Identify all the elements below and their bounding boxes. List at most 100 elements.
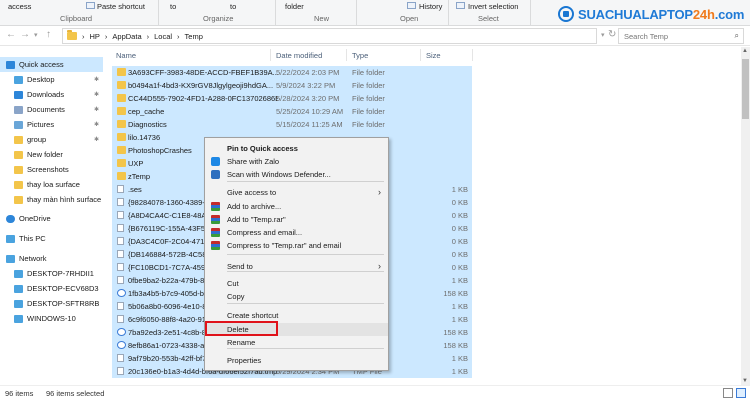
nav-item[interactable]: group ✱ xyxy=(0,132,103,147)
search-input[interactable]: Search Temp ⌕ xyxy=(618,28,744,44)
nav-item[interactable]: Network xyxy=(0,251,103,266)
vertical-scrollbar[interactable]: ▲ ▼ xyxy=(741,47,750,385)
pc-icon xyxy=(6,234,15,243)
file-size: 158 KB xyxy=(443,289,468,298)
nav-item[interactable]: Screenshots xyxy=(0,162,103,177)
folder-icon xyxy=(117,172,126,180)
file-size: 158 KB xyxy=(443,328,468,337)
nav-item[interactable]: DESKTOP-7RHDII1 xyxy=(0,266,103,281)
large-icons-view-icon[interactable] xyxy=(736,388,746,398)
nav-item[interactable]: WINDOWS-10 xyxy=(0,311,103,326)
edge-file-icon xyxy=(117,328,126,336)
menu-item-label: Create shortcut xyxy=(227,311,279,320)
back-arrow-icon[interactable]: ← xyxy=(6,29,16,40)
breadcrumb-hp[interactable]: HP xyxy=(90,32,100,41)
invert-selection-button[interactable]: Invert selection xyxy=(468,2,518,11)
new-folder-button[interactable]: folder xyxy=(285,2,304,11)
column-header-date[interactable]: Date modified xyxy=(276,47,322,63)
file-icon xyxy=(117,367,124,375)
breadcrumb-appdata[interactable]: AppData xyxy=(112,32,141,41)
move-to-button[interactable]: to xyxy=(170,2,176,11)
menu-item-rename[interactable]: Rename xyxy=(205,336,388,349)
nav-item-label: Documents xyxy=(27,105,65,114)
scroll-up-icon[interactable]: ▲ xyxy=(742,48,748,54)
menu-item-label: Rename xyxy=(227,338,256,347)
star-icon xyxy=(6,60,15,69)
menu-item-cut[interactable]: Cut xyxy=(205,277,388,290)
up-arrow-icon[interactable]: ↑ xyxy=(46,29,51,40)
menu-item-share-with-zalo[interactable]: Share with Zalo xyxy=(205,155,388,168)
breadcrumb-separator-icon: › xyxy=(177,31,180,41)
file-icon xyxy=(117,237,124,245)
copy-to-button[interactable]: to xyxy=(230,2,236,11)
file-row[interactable]: Diagnostics 5/15/2024 11:25 AM File folder xyxy=(112,118,472,131)
menu-item-scan-with-windows-defender[interactable]: Scan with Windows Defender... xyxy=(205,168,388,181)
scrollbar-thumb[interactable] xyxy=(742,59,749,119)
nav-item[interactable]: thay màn hình surface xyxy=(0,192,103,207)
forward-arrow-icon[interactable]: → xyxy=(20,29,30,40)
group-clipboard: Clipboard xyxy=(60,14,93,23)
column-header-type[interactable]: Type xyxy=(352,47,368,63)
file-row[interactable]: cep_cache 5/25/2024 10:29 AM File folder xyxy=(112,105,472,118)
nav-item[interactable]: Quick access xyxy=(0,57,103,72)
ribbon: access Paste shortcut to to folder Histo… xyxy=(0,0,750,26)
nav-item-label: Screenshots xyxy=(27,165,69,174)
menu-item-add-to-temp-rar[interactable]: Add to "Temp.rar" xyxy=(205,213,388,226)
menu-item-properties[interactable]: Properties xyxy=(205,354,388,367)
history-button[interactable]: History xyxy=(419,2,442,11)
column-header-size[interactable]: Size xyxy=(426,47,441,63)
address-dropdown-icon[interactable]: ▾ xyxy=(601,31,605,39)
scroll-down-icon[interactable]: ▼ xyxy=(742,378,748,384)
nav-item[interactable]: Desktop ✱ xyxy=(0,72,103,87)
nav-item[interactable]: New folder xyxy=(0,147,103,162)
file-name: Diagnostics xyxy=(128,120,167,129)
logo-text: SUACHUALAPTOP24h.com xyxy=(578,6,745,22)
file-row[interactable]: CC44D555-7902-4FD1-A288-0FC13702686E 5/28… xyxy=(112,92,472,105)
menu-separator xyxy=(227,181,384,182)
breadcrumb-temp[interactable]: Temp xyxy=(185,32,203,41)
folder-icon xyxy=(14,165,23,174)
site-logo: SUACHUALAPTOP24h.com xyxy=(558,6,744,22)
pin-icon: ✱ xyxy=(93,122,99,128)
nav-item-label: Network xyxy=(19,254,47,263)
breadcrumb[interactable]: › HP › AppData › Local › Temp xyxy=(62,28,597,44)
folder-icon xyxy=(117,120,126,128)
file-row[interactable]: 3A693CFF-3983-48DE-ACCD-FBEF1B39A... 5/22… xyxy=(112,66,472,79)
nav-item[interactable]: DESKTOP-ECV68D3 xyxy=(0,281,103,296)
file-date: 5/28/2024 3:20 PM xyxy=(276,94,340,103)
nav-item[interactable]: OneDrive xyxy=(0,211,103,226)
details-view-icon[interactable] xyxy=(723,388,733,398)
menu-item-give-access-to[interactable]: Give access to › xyxy=(205,186,388,199)
laptop-logo-icon xyxy=(558,6,574,22)
nav-item-label: Downloads xyxy=(27,90,65,99)
menu-item-send-to[interactable]: Send to › xyxy=(205,260,388,273)
file-icon xyxy=(117,315,124,323)
breadcrumb-local[interactable]: Local xyxy=(154,32,172,41)
network-icon xyxy=(6,254,15,263)
nav-item[interactable]: thay loa surface xyxy=(0,177,103,192)
file-date: 5/25/2024 10:29 AM xyxy=(276,107,344,116)
nav-item[interactable]: DESKTOP-SFTR8RB xyxy=(0,296,103,311)
menu-item-add-to-archive[interactable]: Add to archive... xyxy=(205,200,388,213)
menu-item-label: Pin to Quick access xyxy=(227,144,298,153)
nav-item[interactable]: Downloads ✱ xyxy=(0,87,103,102)
column-header-name[interactable]: Name xyxy=(116,47,136,63)
nav-item-label: This PC xyxy=(19,234,46,243)
pin-icon: ✱ xyxy=(93,107,99,113)
menu-item-compress-to-temp-rar-and-email[interactable]: Compress to "Temp.rar" and email xyxy=(205,239,388,252)
file-date: 5/22/2024 2:03 PM xyxy=(276,68,340,77)
group-open: Open xyxy=(400,14,419,23)
nav-item[interactable]: This PC xyxy=(0,231,103,246)
ribbon-access-button[interactable]: access xyxy=(8,2,31,11)
nav-item-label: OneDrive xyxy=(19,214,51,223)
menu-item-copy[interactable]: Copy xyxy=(205,290,388,303)
menu-item-pin-to-quick-access[interactable]: Pin to Quick access xyxy=(205,142,388,155)
file-row[interactable]: b0494a1f-4bd3-KX9rGV8Jlgylgeoji9hdGA... 5… xyxy=(112,79,472,92)
nav-item[interactable]: Pictures ✱ xyxy=(0,117,103,132)
invert-selection-icon xyxy=(456,2,465,9)
refresh-icon[interactable]: ↻ xyxy=(608,29,616,40)
menu-item-compress-and-email[interactable]: Compress and email... xyxy=(205,226,388,239)
paste-shortcut-button[interactable]: Paste shortcut xyxy=(97,2,145,11)
recent-chevron-icon[interactable]: ▾ xyxy=(34,31,38,39)
nav-item[interactable]: Documents ✱ xyxy=(0,102,103,117)
